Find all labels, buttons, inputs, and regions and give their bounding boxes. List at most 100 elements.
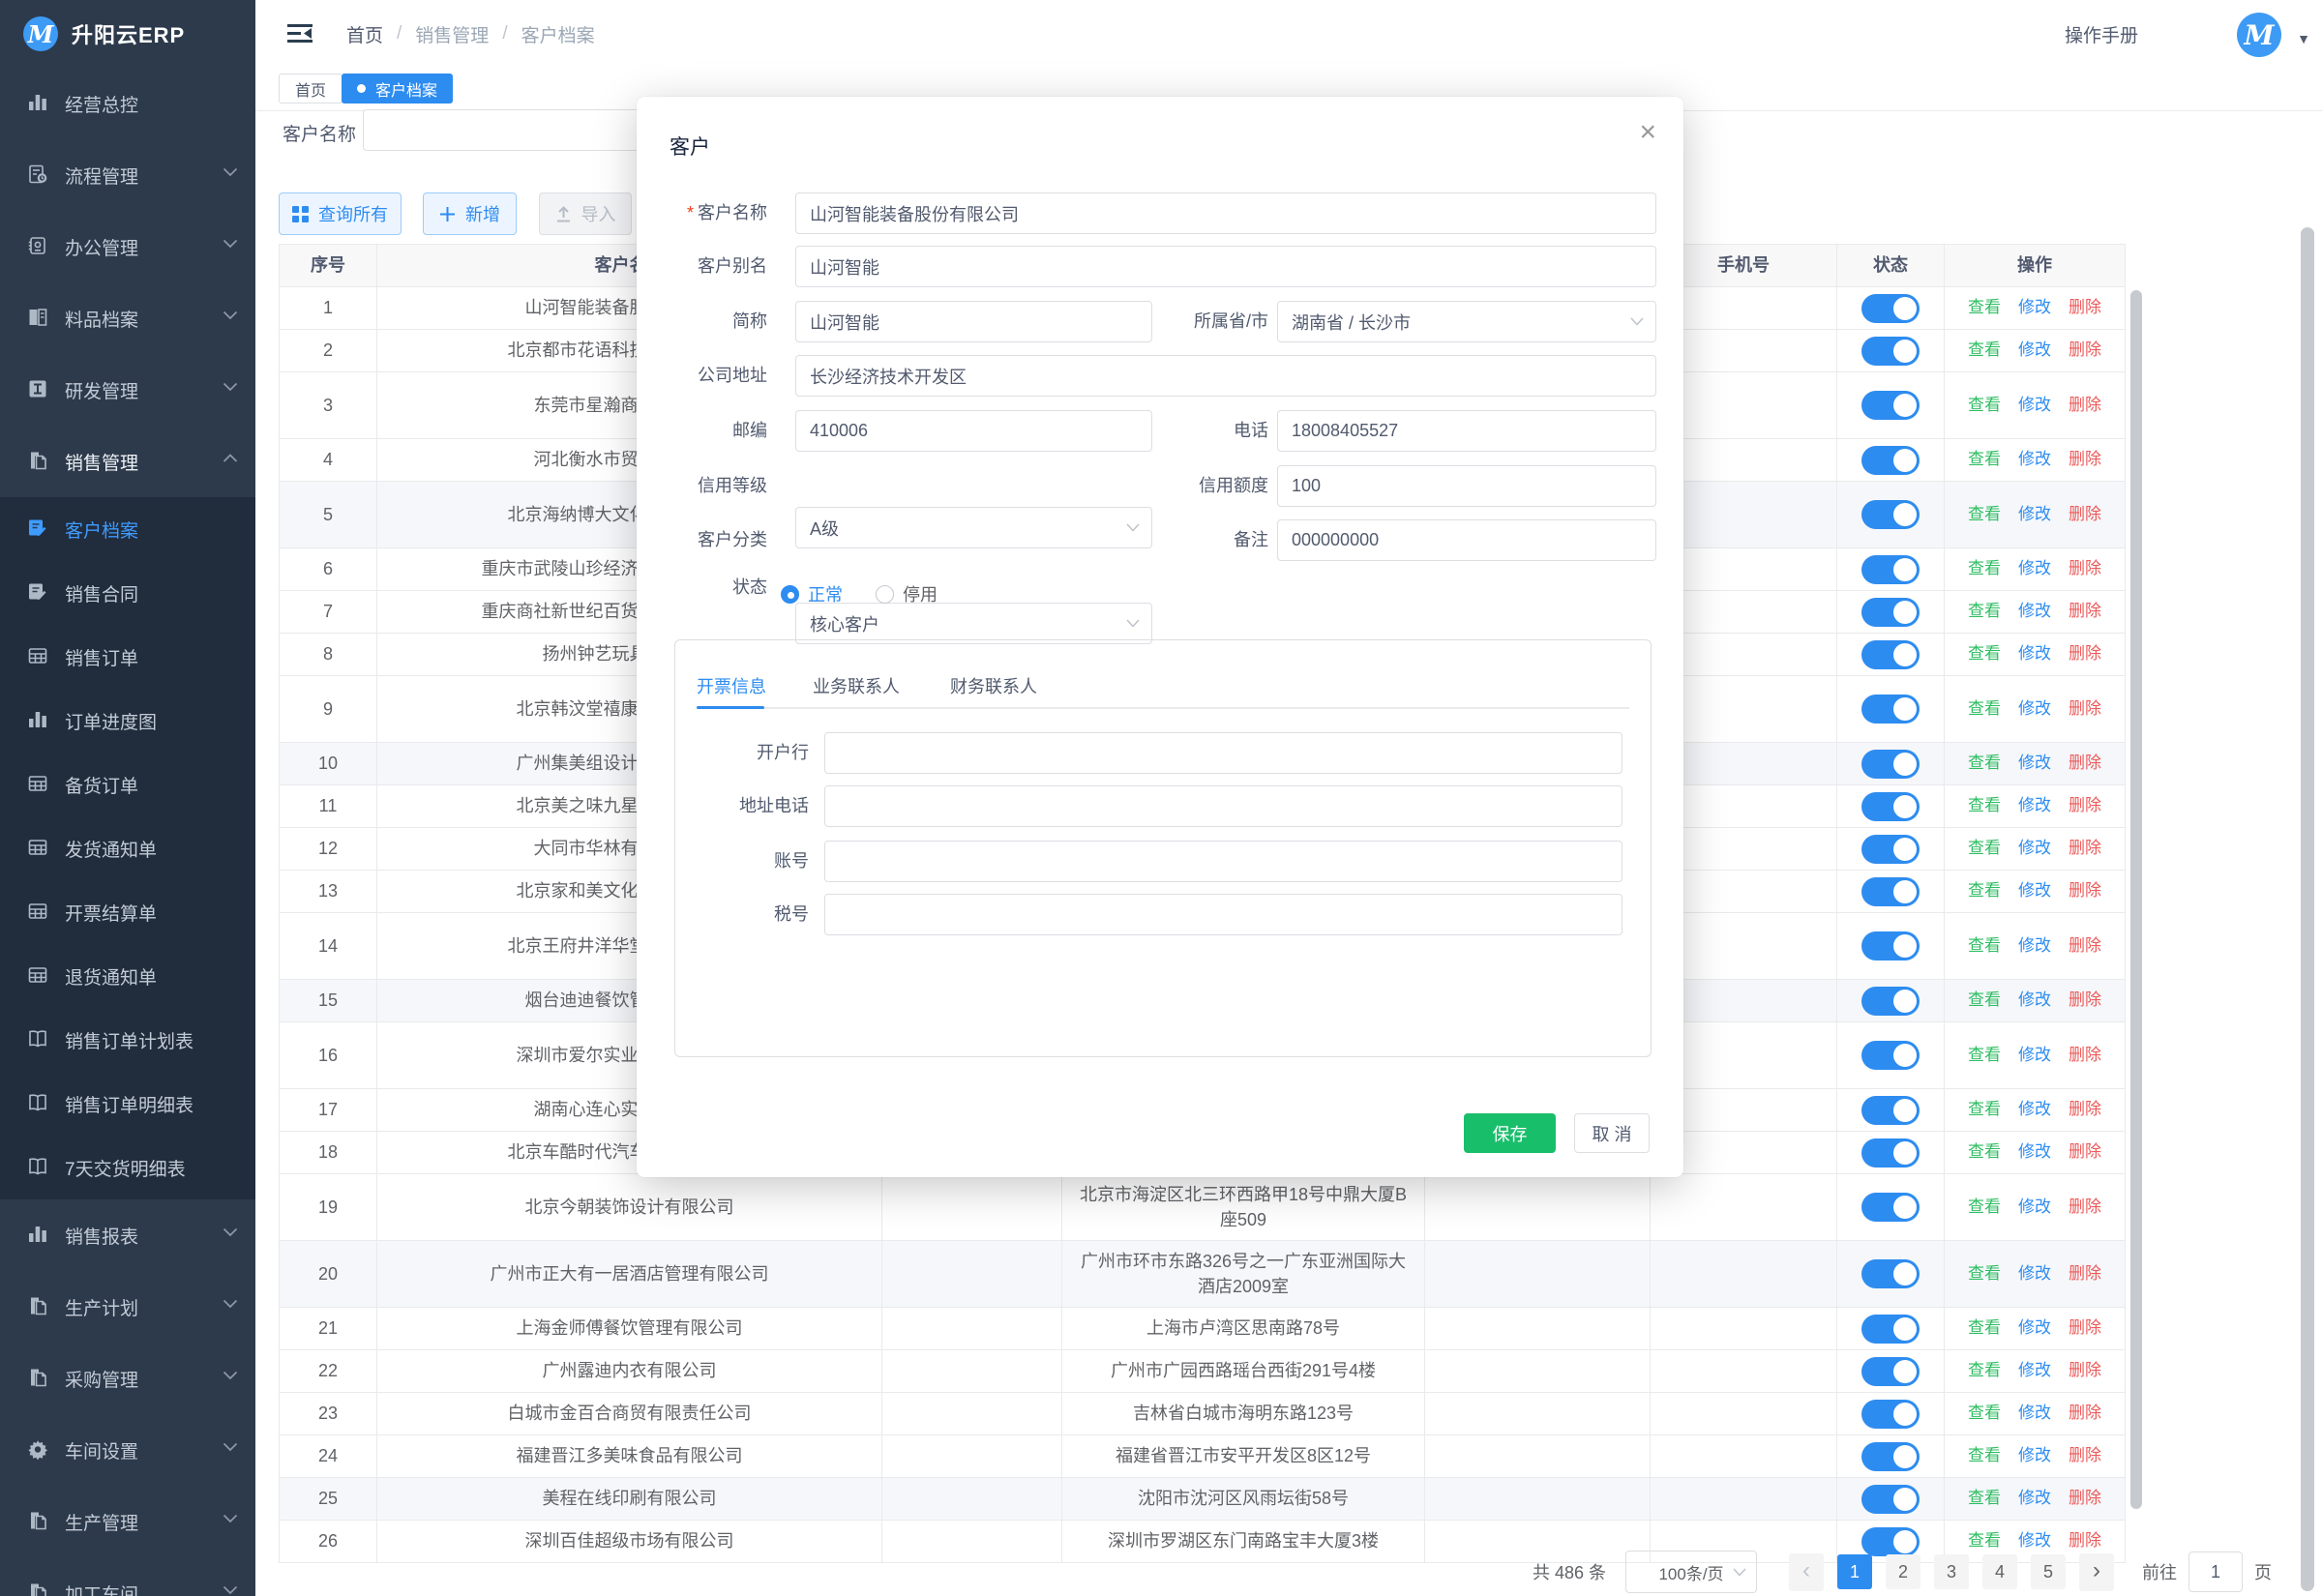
edit-link[interactable]: 修改	[2018, 752, 2051, 776]
sidebar-subitem-1[interactable]: 销售合同	[0, 561, 255, 625]
edit-link[interactable]: 修改	[2018, 339, 2051, 363]
delete-link[interactable]: 删除	[2069, 296, 2101, 320]
sidebar-item-10[interactable]: 生产管理	[0, 1486, 255, 1557]
delete-link[interactable]: 删除	[2069, 339, 2101, 363]
delete-link[interactable]: 删除	[2069, 600, 2101, 624]
view-link[interactable]: 查看	[1968, 557, 2001, 581]
view-link[interactable]: 查看	[1968, 794, 2001, 818]
status-toggle[interactable]	[1861, 1485, 1920, 1514]
close-icon[interactable]: ×	[1639, 118, 1656, 147]
page-scrollbar[interactable]	[2301, 227, 2314, 1591]
phone-input[interactable]	[1277, 410, 1656, 452]
sidebar-item-7[interactable]: 生产计划	[0, 1271, 255, 1343]
import-button[interactable]: 导入	[539, 192, 632, 235]
edit-link[interactable]: 修改	[2018, 296, 2051, 320]
view-link[interactable]: 查看	[1968, 837, 2001, 861]
delete-link[interactable]: 删除	[2069, 1487, 2101, 1511]
status-toggle[interactable]	[1861, 1041, 1920, 1070]
delete-link[interactable]: 删除	[2069, 1140, 2101, 1165]
tab-business-contact[interactable]: 业务联系人	[813, 673, 900, 698]
status-toggle[interactable]	[1861, 1096, 1920, 1125]
page-size-select[interactable]: 100条/页	[1625, 1551, 1757, 1593]
delete-link[interactable]: 删除	[2069, 394, 2101, 418]
view-link[interactable]: 查看	[1968, 1098, 2001, 1122]
view-link[interactable]: 查看	[1968, 1444, 2001, 1468]
edit-link[interactable]: 修改	[2018, 1487, 2051, 1511]
status-toggle[interactable]	[1861, 500, 1920, 529]
delete-link[interactable]: 删除	[2069, 503, 2101, 527]
view-link[interactable]: 查看	[1968, 697, 2001, 722]
sidebar-subitem-9[interactable]: 销售订单明细表	[0, 1072, 255, 1136]
view-link[interactable]: 查看	[1968, 296, 2001, 320]
edit-link[interactable]: 修改	[2018, 394, 2051, 418]
status-toggle[interactable]	[1861, 1193, 1920, 1222]
company-address-input[interactable]	[795, 355, 1656, 397]
sidebar-item-6[interactable]: 销售报表	[0, 1199, 255, 1271]
view-link[interactable]: 查看	[1968, 1402, 2001, 1426]
status-toggle[interactable]	[1861, 391, 1920, 420]
customer-alias-input[interactable]	[795, 246, 1656, 287]
address-phone-input[interactable]	[824, 785, 1622, 827]
edit-link[interactable]: 修改	[2018, 1044, 2051, 1068]
view-link[interactable]: 查看	[1968, 339, 2001, 363]
page-button-3[interactable]: 3	[1934, 1554, 1969, 1589]
page-button-1[interactable]: 1	[1837, 1554, 1872, 1589]
delete-link[interactable]: 删除	[2069, 1402, 2101, 1426]
page-tab-0[interactable]: 首页	[279, 74, 342, 103]
avatar-caret-icon[interactable]: ▼	[2297, 31, 2310, 46]
customer-name-input[interactable]	[795, 192, 1656, 234]
delete-link[interactable]: 删除	[2069, 448, 2101, 472]
tab-finance-contact[interactable]: 财务联系人	[950, 673, 1037, 698]
province-city-select[interactable]: 湖南省 / 长沙市	[1277, 301, 1656, 342]
delete-link[interactable]: 删除	[2069, 1044, 2101, 1068]
view-link[interactable]: 查看	[1968, 934, 2001, 959]
edit-link[interactable]: 修改	[2018, 837, 2051, 861]
status-radio-normal[interactable]: 正常	[781, 581, 843, 606]
status-toggle[interactable]	[1861, 835, 1920, 864]
tab-invoice-info[interactable]: 开票信息	[697, 673, 766, 698]
delete-link[interactable]: 删除	[2069, 1262, 2101, 1286]
sidebar-subitem-6[interactable]: 开票结算单	[0, 880, 255, 944]
status-toggle[interactable]	[1861, 877, 1920, 906]
delete-link[interactable]: 删除	[2069, 697, 2101, 722]
remark-input[interactable]	[1277, 519, 1656, 561]
edit-link[interactable]: 修改	[2018, 1262, 2051, 1286]
edit-link[interactable]: 修改	[2018, 1196, 2051, 1220]
breadcrumb-item-0[interactable]: 首页	[346, 21, 383, 47]
view-link[interactable]: 查看	[1968, 1196, 2001, 1220]
view-link[interactable]: 查看	[1968, 503, 2001, 527]
save-button[interactable]: 保存	[1464, 1113, 1556, 1153]
sidebar-subitem-0[interactable]: 客户档案	[0, 497, 255, 561]
edit-link[interactable]: 修改	[2018, 1444, 2051, 1468]
view-link[interactable]: 查看	[1968, 1140, 2001, 1165]
delete-link[interactable]: 删除	[2069, 794, 2101, 818]
postcode-input[interactable]	[795, 410, 1152, 452]
table-scrollbar[interactable]	[2130, 290, 2142, 1509]
view-link[interactable]: 查看	[1968, 1316, 2001, 1341]
page-button-4[interactable]: 4	[1982, 1554, 2017, 1589]
credit-limit-input[interactable]	[1277, 465, 1656, 507]
status-toggle[interactable]	[1861, 337, 1920, 366]
bank-input[interactable]	[824, 732, 1622, 774]
prev-page-button[interactable]: ‹	[1789, 1553, 1824, 1591]
view-link[interactable]: 查看	[1968, 879, 2001, 903]
view-link[interactable]: 查看	[1968, 448, 2001, 472]
status-toggle[interactable]	[1861, 931, 1920, 961]
status-toggle[interactable]	[1861, 598, 1920, 627]
status-toggle[interactable]	[1861, 555, 1920, 584]
status-toggle[interactable]	[1861, 695, 1920, 724]
status-toggle[interactable]	[1861, 294, 1920, 323]
status-toggle[interactable]	[1861, 1357, 1920, 1386]
sidebar-item-3[interactable]: 料品档案	[0, 282, 255, 354]
customer-category-select[interactable]: 核心客户	[795, 603, 1152, 644]
view-link[interactable]: 查看	[1968, 1487, 2001, 1511]
sidebar-item-5[interactable]: 销售管理	[0, 426, 255, 497]
sidebar-subitem-2[interactable]: 销售订单	[0, 625, 255, 689]
delete-link[interactable]: 删除	[2069, 642, 2101, 666]
status-toggle[interactable]	[1861, 1442, 1920, 1471]
delete-link[interactable]: 删除	[2069, 837, 2101, 861]
view-link[interactable]: 查看	[1968, 394, 2001, 418]
edit-link[interactable]: 修改	[2018, 642, 2051, 666]
short-name-input[interactable]	[795, 301, 1152, 342]
delete-link[interactable]: 删除	[2069, 1196, 2101, 1220]
